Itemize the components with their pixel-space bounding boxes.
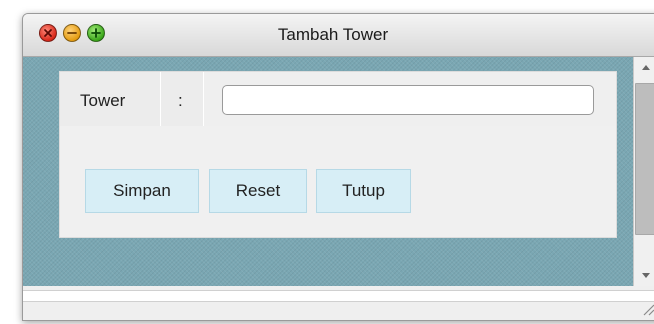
arrow-down-icon[interactable] xyxy=(634,266,654,286)
title-bar[interactable]: Tambah Tower xyxy=(23,14,654,57)
separator-cell: : xyxy=(161,72,204,126)
dialog-window: Tambah Tower Tower : Simpan Reset Tutup xyxy=(22,13,654,321)
status-bar-divider xyxy=(23,290,654,302)
scroll-thumb[interactable] xyxy=(635,83,654,235)
tower-form-row: Tower : xyxy=(60,72,616,126)
window-title: Tambah Tower xyxy=(277,25,389,44)
tower-label: Tower xyxy=(80,91,126,110)
tower-input[interactable] xyxy=(222,85,594,115)
status-bar xyxy=(23,286,654,320)
simpan-button[interactable]: Simpan xyxy=(85,169,199,213)
vertical-scrollbar[interactable] xyxy=(633,57,654,286)
form-panel: Tower : Simpan Reset Tutup xyxy=(59,71,617,238)
tower-label-cell: Tower xyxy=(60,72,161,126)
arrow-up-icon[interactable] xyxy=(634,57,654,77)
reset-button[interactable]: Reset xyxy=(209,169,307,213)
resize-grip-icon[interactable] xyxy=(641,302,654,316)
tower-input-cell xyxy=(204,72,616,126)
tutup-button[interactable]: Tutup xyxy=(316,169,411,213)
separator-colon: : xyxy=(178,91,183,110)
content-area: Tower : Simpan Reset Tutup xyxy=(23,57,633,286)
